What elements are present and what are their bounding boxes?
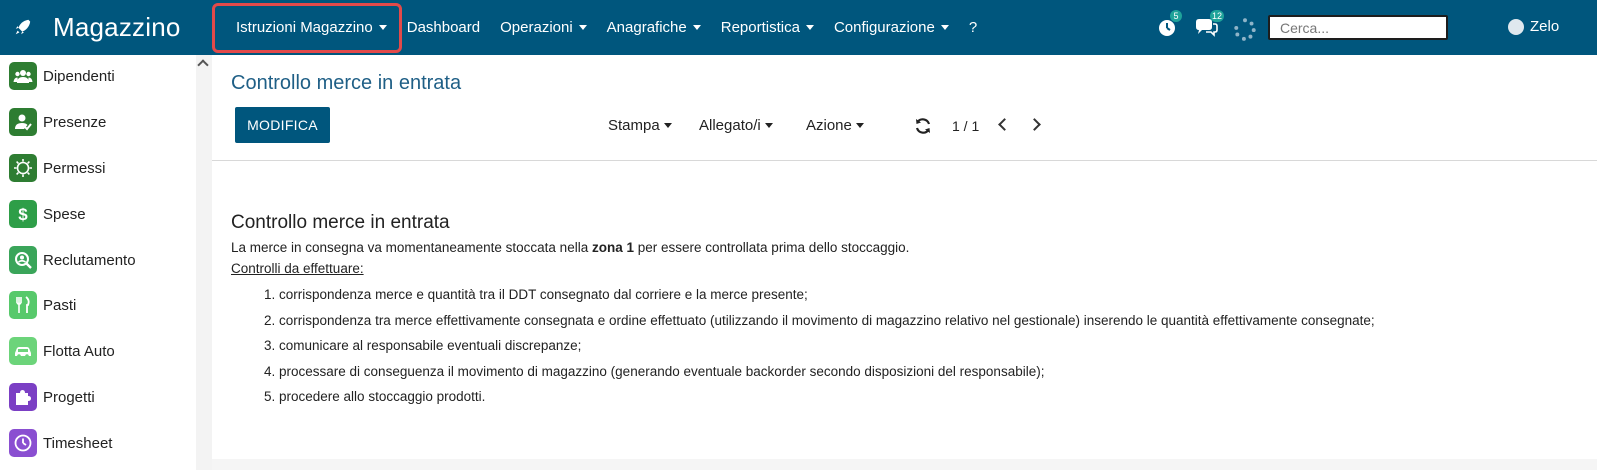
edit-button[interactable]: MODIFICA <box>235 107 330 143</box>
intro-text-end: per essere controllata prima dello stocc… <box>633 240 910 255</box>
main-menu: Istruzioni Magazzino Dashboard Operazion… <box>222 0 987 55</box>
chevron-left-icon[interactable] <box>998 118 1011 131</box>
users-icon <box>9 62 37 90</box>
chevron-right-icon[interactable] <box>1028 118 1041 131</box>
list-item: 3. comunicare al responsabile eventuali … <box>264 338 582 354</box>
sidebar-item-pasti[interactable]: Pasti <box>9 290 76 320</box>
document-body: Controllo merce in entrata La merce in c… <box>231 212 1571 410</box>
sidebar-item-label: Flotta Auto <box>43 342 115 360</box>
menu-anagrafiche[interactable]: Anagrafiche <box>597 0 711 55</box>
chevron-down-icon <box>663 123 672 128</box>
top-navbar: Magazzino Istruzioni Magazzino Dashboard… <box>0 0 1597 55</box>
sidebar-item-reclutamento[interactable]: Reclutamento <box>9 245 136 275</box>
dollar-icon: $ <box>9 200 37 228</box>
menu-label: Reportistica <box>720 19 800 36</box>
menu-label: Operazioni <box>500 19 573 36</box>
sidebar-item-label: Timesheet <box>43 434 113 452</box>
activity-badge: 5 <box>1170 10 1182 22</box>
action-dropdown[interactable]: Azione <box>806 117 864 134</box>
user-search-icon <box>9 246 37 274</box>
menu-label: ? <box>968 19 978 36</box>
pager-indicator: 1 / 1 <box>952 118 980 134</box>
sidebar-item-dipendenti[interactable]: Dipendenti <box>9 61 115 91</box>
sidebar-item-flotta-auto[interactable]: Flotta Auto <box>9 336 115 366</box>
intro-text: La merce in consegna va momentaneamente … <box>231 240 592 255</box>
action-label: Azione <box>806 117 852 134</box>
sidebar-item-timesheet[interactable]: Timesheet <box>9 428 112 458</box>
chevron-down-icon <box>940 25 949 30</box>
intro-bold: zona 1 <box>591 240 634 255</box>
menu-istruzioni-magazzino[interactable]: Istruzioni Magazzino <box>222 0 397 55</box>
sidebar-item-presenze[interactable]: Presenze <box>9 107 106 137</box>
content-intro: La merce in consegna va momentaneamente … <box>231 240 1571 255</box>
menu-label: Istruzioni Magazzino <box>236 19 373 36</box>
print-label: Stampa <box>608 117 660 134</box>
chevron-down-icon <box>855 123 864 128</box>
car-icon <box>9 337 37 365</box>
activity-button[interactable]: 5 <box>1156 10 1182 40</box>
clock-icon <box>9 429 37 457</box>
chevron-down-icon <box>764 123 773 128</box>
divider <box>212 160 1597 161</box>
svg-text:$: $ <box>18 205 28 224</box>
menu-label: Configurazione <box>833 19 935 36</box>
print-dropdown[interactable]: Stampa <box>608 117 672 134</box>
main-content: Controllo merce in entrata MODIFICA Stam… <box>212 55 1597 470</box>
list-item: 1. corrispondenza merce e quantità tra i… <box>264 287 808 302</box>
sidebar-item-progetti[interactable]: Progetti <box>9 382 95 412</box>
sidebar-item-label: Dipendenti <box>43 67 115 85</box>
loading-spinner-icon <box>1234 18 1256 41</box>
menu-label: Anagrafiche <box>606 19 687 36</box>
sidebar-item-permessi[interactable]: Permessi <box>9 153 106 183</box>
sun-icon <box>9 154 37 182</box>
sidebar-item-label: Presenze <box>43 113 107 131</box>
menu-label: Dashboard <box>406 19 481 36</box>
content-subtitle: Controlli da effettuare: <box>231 261 364 276</box>
menu-help[interactable]: ? <box>959 0 987 55</box>
avatar <box>1508 18 1524 35</box>
content-title: Controllo merce in entrata <box>231 212 450 233</box>
sidebar-item-label: Reclutamento <box>43 251 136 269</box>
rocket-icon[interactable] <box>14 18 32 36</box>
menu-operazioni[interactable]: Operazioni <box>490 0 597 55</box>
sidebar: Dipendenti Presenze Permessi $ Spese Rec… <box>0 55 196 470</box>
chevron-down-icon <box>805 25 814 30</box>
chevron-down-icon <box>578 25 587 30</box>
menu-reportistica[interactable]: Reportistica <box>711 0 824 55</box>
list-item: 2. corrispondenza tra merce effettivamen… <box>264 312 1375 328</box>
menu-configurazione[interactable]: Configurazione <box>824 0 959 55</box>
sidebar-item-spese[interactable]: $ Spese <box>9 199 86 229</box>
attachments-label: Allegato/i <box>699 117 761 134</box>
app-name[interactable]: Magazzino <box>53 12 181 43</box>
sidebar-item-label: Spese <box>43 205 86 223</box>
bottom-strip <box>212 459 1597 470</box>
attachments-dropdown[interactable]: Allegato/i <box>699 117 773 134</box>
user-menu[interactable]: Zelo <box>1508 18 1559 35</box>
page-title: Controllo merce in entrata <box>231 72 462 94</box>
puzzle-icon <box>9 383 37 411</box>
chevron-up-icon[interactable] <box>197 59 209 71</box>
list-item: 5. procedere allo stoccaggio prodotti. <box>264 389 486 405</box>
refresh-icon[interactable] <box>914 117 932 135</box>
menu-dashboard[interactable]: Dashboard <box>397 0 490 55</box>
user-check-icon <box>9 108 37 136</box>
sidebar-item-label: Permessi <box>43 159 106 177</box>
checklist: 1. corrispondenza merce e quantità tra i… <box>231 282 1571 410</box>
sidebar-scrollbar[interactable] <box>196 55 212 470</box>
cutlery-icon <box>9 291 37 319</box>
user-name: Zelo <box>1530 18 1560 35</box>
search-input[interactable] <box>1268 15 1448 40</box>
list-item: 4. processare di conseguenza il moviment… <box>264 363 1045 379</box>
chevron-down-icon <box>378 25 387 30</box>
sidebar-item-label: Pasti <box>43 296 77 314</box>
messages-button[interactable]: 12 <box>1194 10 1224 40</box>
chevron-down-icon <box>692 25 701 30</box>
sidebar-item-label: Progetti <box>43 388 95 406</box>
messages-badge: 12 <box>1209 10 1224 22</box>
